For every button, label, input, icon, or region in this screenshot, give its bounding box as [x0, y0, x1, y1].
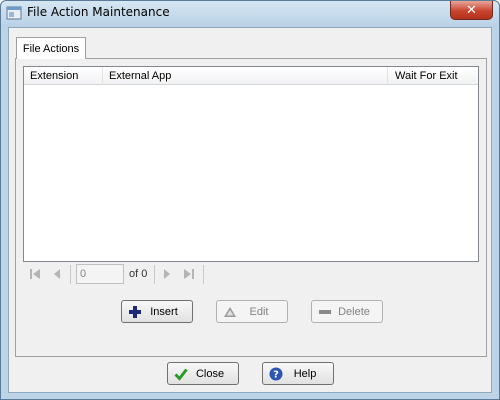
window-close-button[interactable]: ✕ — [450, 1, 493, 20]
page-count-label: of 0 — [129, 268, 148, 280]
tab-label: File Actions — [22, 42, 80, 55]
window-title: File Action Maintenance — [27, 5, 170, 19]
delete-button[interactable]: Delete — [311, 300, 383, 323]
edit-button[interactable]: Edit — [216, 300, 288, 323]
close-icon: ✕ — [466, 2, 477, 17]
nav-separator — [203, 265, 204, 284]
tab-file-actions[interactable]: File Actions — [16, 37, 86, 59]
dialog-window: File Action Maintenance ✕ File Actions E… — [0, 0, 500, 400]
column-header-extension[interactable]: Extension — [24, 67, 103, 85]
file-actions-grid[interactable]: Extension External App Wait For Exit — [23, 66, 479, 262]
question-icon: ? — [269, 367, 283, 380]
column-header-wait-for-exit[interactable]: Wait For Exit — [388, 67, 478, 85]
help-button[interactable]: ? Help — [262, 362, 334, 385]
svg-text:?: ? — [273, 369, 279, 380]
nav-separator — [154, 265, 155, 284]
triangle-icon — [224, 306, 236, 317]
page-number-input[interactable]: 0 — [76, 264, 124, 284]
record-navigator: 0 of 0 — [23, 262, 479, 287]
checkmark-icon — [174, 368, 188, 381]
close-button[interactable]: Close — [167, 362, 239, 385]
column-header-external-app[interactable]: External App — [103, 67, 388, 85]
next-page-icon[interactable] — [161, 268, 173, 280]
window-app-icon — [6, 6, 22, 20]
minus-icon — [319, 309, 331, 314]
dialog-client-area: File Actions Extension External App Wait… — [8, 27, 492, 393]
nav-separator — [70, 265, 71, 284]
title-bar[interactable]: File Action Maintenance ✕ — [1, 1, 499, 27]
plus-icon — [129, 305, 141, 318]
prev-page-icon[interactable] — [51, 268, 63, 280]
tab-panel: Extension External App Wait For Exit 0 o… — [15, 58, 487, 357]
grid-header: Extension External App Wait For Exit — [24, 67, 478, 85]
last-page-icon[interactable] — [183, 268, 195, 280]
first-page-icon[interactable] — [29, 268, 41, 280]
insert-button[interactable]: Insert — [121, 300, 193, 323]
